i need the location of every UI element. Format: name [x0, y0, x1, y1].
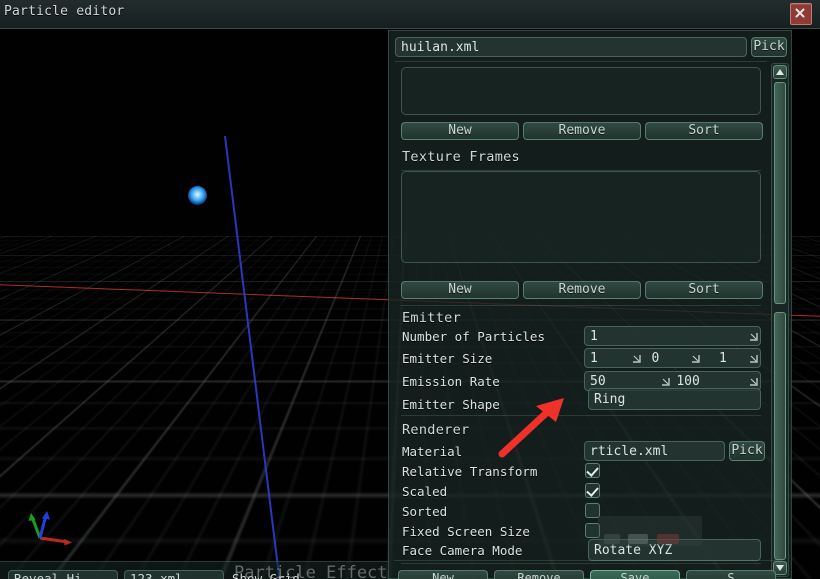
- scaled-checkbox[interactable]: [585, 483, 600, 498]
- effect-file-input[interactable]: huilan.xml: [395, 37, 747, 57]
- emission-rate-label: Emission Rate: [402, 374, 500, 389]
- background-button-fragment: [604, 534, 620, 544]
- bottom-save-button[interactable]: Save: [590, 570, 680, 579]
- material-pick-button[interactable]: Pick: [729, 441, 765, 461]
- scrollbar-thumb-lower[interactable]: [774, 312, 786, 560]
- drag-handle-icon[interactable]: [661, 377, 670, 386]
- emitter-size-z-value[interactable]: 1: [719, 351, 727, 366]
- material-input[interactable]: rticle.xml: [584, 441, 725, 461]
- drag-handle-icon[interactable]: [749, 332, 758, 341]
- bottom-saveas-button[interactable]: S: [686, 570, 776, 579]
- frames-remove-button[interactable]: Remove: [523, 281, 641, 299]
- scroll-up-button[interactable]: [773, 65, 787, 79]
- background-button-fragment: [657, 534, 679, 544]
- divider: [401, 563, 761, 564]
- panel-scrollbar[interactable]: [771, 63, 789, 577]
- drag-handle-icon[interactable]: [632, 354, 641, 363]
- divider: [394, 560, 782, 561]
- divider: [401, 305, 761, 306]
- emitter-size-y-value[interactable]: 0: [651, 351, 659, 366]
- divider: [395, 61, 767, 62]
- emitter-size-x-value[interactable]: 1: [590, 351, 598, 366]
- material-label: Material: [402, 444, 463, 459]
- drag-handle-icon[interactable]: [749, 377, 758, 386]
- number-of-particles-input[interactable]: 1: [584, 326, 761, 346]
- drag-handle-icon[interactable]: [691, 354, 700, 363]
- axis-gizmo: [22, 498, 82, 558]
- relative-transform-checkbox[interactable]: [585, 463, 600, 478]
- textures-new-button[interactable]: New: [401, 122, 519, 140]
- textures-sort-button[interactable]: Sort: [645, 122, 763, 140]
- frames-new-button[interactable]: New: [401, 281, 519, 299]
- effect-file-pick-button[interactable]: Pick: [751, 37, 787, 57]
- emitter-shape-label: Emitter Shape: [402, 397, 500, 412]
- number-of-particles-label: Number of Particles: [402, 329, 545, 344]
- background-button-fragment: [628, 534, 648, 544]
- axis-gizmo-icon: [28, 511, 72, 546]
- app-root: Particle editor huilan.xml Pick New Remo…: [0, 0, 820, 579]
- relative-transform-label: Relative Transform: [402, 464, 538, 479]
- reveal-button[interactable]: Reveal Hi: [8, 570, 118, 579]
- scroll-up-arrow-icon: [776, 69, 784, 75]
- sorted-label: Sorted: [402, 504, 448, 519]
- emitter-size-input-group[interactable]: 1 0 1: [584, 348, 761, 368]
- divider: [401, 415, 761, 416]
- scene-file-input[interactable]: 123.xml: [124, 570, 224, 579]
- fixed-screen-size-label: Fixed Screen Size: [402, 524, 530, 539]
- close-window-button[interactable]: [790, 3, 812, 25]
- scaled-label: Scaled: [402, 484, 448, 499]
- window-title: Particle editor: [4, 4, 125, 19]
- emitter-size-label: Emitter Size: [402, 351, 493, 366]
- bottom-new-button[interactable]: New: [398, 570, 488, 579]
- scrollbar-thumb-upper[interactable]: [774, 82, 786, 304]
- particle-editor-panel: huilan.xml Pick New Remove Sort Texture …: [388, 30, 792, 579]
- textures-listbox[interactable]: [401, 67, 761, 115]
- emitter-shape-dropdown[interactable]: Ring: [588, 388, 761, 410]
- frames-sort-button[interactable]: Sort: [645, 281, 763, 299]
- renderer-heading: Renderer: [402, 422, 470, 438]
- texture-frames-heading: Texture Frames: [402, 149, 520, 165]
- emission-rate-min-value[interactable]: 50: [590, 374, 606, 389]
- window-titlebar[interactable]: Particle editor: [0, 0, 820, 29]
- textures-remove-button[interactable]: Remove: [523, 122, 641, 140]
- emitter-heading: Emitter: [402, 310, 461, 326]
- texture-frames-listbox[interactable]: [401, 171, 761, 263]
- emission-rate-max-value[interactable]: 100: [676, 374, 699, 389]
- drag-handle-icon[interactable]: [749, 354, 758, 363]
- bottom-remove-button[interactable]: Remove: [494, 570, 584, 579]
- scroll-down-arrow-icon: [776, 565, 784, 571]
- particle-sprite: [188, 186, 207, 205]
- face-camera-mode-label: Face Camera Mode: [402, 543, 523, 558]
- background-watermark-text: Particle Effect: [234, 563, 388, 579]
